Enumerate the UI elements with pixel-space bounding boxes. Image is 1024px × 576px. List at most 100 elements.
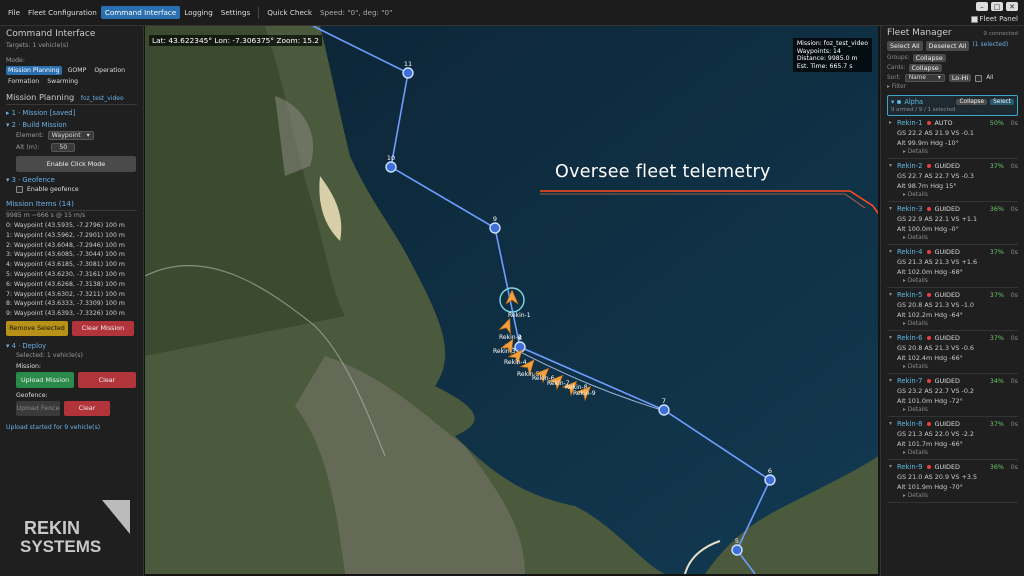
expand-icon[interactable]: ▾ [889,420,892,427]
sort-order-button[interactable]: Lo-Hi [948,74,972,82]
group-select-button[interactable]: Select [990,99,1014,105]
waypoint-marker[interactable] [514,341,526,353]
expand-icon[interactable]: ▾ [889,377,892,384]
expand-icon[interactable]: ▾ [889,205,892,212]
mission-item[interactable]: 7: Waypoint (43.6302, -7.3211) 100 m [6,290,137,300]
vehicle-card[interactable]: ▾ Rekin-3 GUIDED 36% 0s GS 22.9 AS 22.1 VS +1… [887,202,1018,245]
minimize-icon[interactable]: – [976,2,988,11]
group-collapse-button[interactable]: Collapse [956,99,988,105]
deselect-all-button[interactable]: Deselect All [925,41,970,51]
details-toggle[interactable]: ▸ Details [897,321,1018,327]
mission-item[interactable]: 1: Waypoint (43.5962, -7.2901) 100 m [6,231,137,241]
details-toggle[interactable]: ▸ Details [897,407,1018,413]
mode-gomp[interactable]: GOMP [66,66,89,75]
expand-icon[interactable]: ▾ [889,248,892,255]
menu-file[interactable]: File [4,6,24,19]
filter-toggle[interactable]: ▸ Filter [887,84,1018,90]
mode-formation[interactable]: Formation [6,77,41,86]
vehicle-map-label: Rekin-4 [504,359,527,366]
step-deploy[interactable]: ▾ 4 · Deploy [6,342,137,350]
altitude-telemetry: Alt 102.2m Hdg -64° [897,311,963,319]
vehicle-card[interactable]: ▾ Rekin-8 GUIDED 37% 0s GS 21.3 AS 22.0 VS -2… [887,417,1018,460]
chevron-down-icon: ▾ [86,132,90,139]
details-toggle[interactable]: ▸ Details [897,450,1018,456]
vehicle-card[interactable]: ▾ Rekin-6 GUIDED 37% 0s GS 20.8 AS 21.3 VS -0… [887,331,1018,374]
mission-items-list[interactable]: 0: Waypoint (43.5935, -7.2796) 100 m 1: W… [6,221,137,319]
menu-command-interface[interactable]: Command Interface [100,6,181,19]
map-view[interactable]: 11 10 9 8 7 6 5 Rekin-1 Rekin-2 Rekin-3 Rekin-4 Re… [145,26,878,574]
details-toggle[interactable]: ▸ Details [897,278,1018,284]
cards-collapse-button[interactable]: Collapse [908,64,942,72]
map-canvas[interactable]: 111098765 Rekin-1Rekin-2Rekin-3Rekin-4Re… [145,26,878,574]
details-toggle[interactable]: ▸ Details [897,192,1018,198]
status-dot-icon [926,293,931,297]
waypoint-marker[interactable] [764,474,776,486]
vehicle-map-label: Rekin-9 [573,390,596,397]
clear-mission-button[interactable]: Clear Mission [72,320,134,336]
mission-item[interactable]: 2: Waypoint (43.6048, -7.2946) 100 m [6,241,137,251]
mission-item[interactable]: 9: Waypoint (43.6393, -7.3326) 100 m [6,309,137,319]
groups-collapse-button[interactable]: Collapse [912,54,946,62]
expand-icon[interactable]: ▸ [889,119,892,126]
expand-icon[interactable]: ▾ [889,334,892,341]
quick-check-button[interactable]: Quick Check [263,6,316,19]
mission-item[interactable]: 0: Waypoint (43.5935, -7.2796) 100 m [6,221,137,231]
mission-item[interactable]: 4: Waypoint (43.6185, -7.3081) 100 m [6,260,137,270]
details-toggle[interactable]: ▸ Details [897,235,1018,241]
alt-input[interactable]: 50 [51,143,76,152]
remove-selected-button[interactable]: Remove Selected [6,320,68,336]
vehicle-card[interactable]: ▾ Rekin-9 GUIDED 36% 0s GS 21.0 AS 20.9 VS +3… [887,460,1018,503]
altitude: 101.0m [907,397,933,405]
expand-icon[interactable]: ▾ [889,463,892,470]
expand-icon[interactable]: ▾ [889,162,892,169]
step-mission[interactable]: ▸ 1 · Mission [saved] [6,109,137,117]
enable-click-mode-button[interactable]: Enable Click Mode [16,156,136,172]
group-expand-icon[interactable]: ▾ [891,98,894,106]
mode-operation[interactable]: Operation [92,66,127,75]
fleet-panel-checkbox[interactable] [970,15,978,23]
vehicle-card[interactable]: ▾ Rekin-7 GUIDED 34% 0s GS 23.2 AS 22.7 VS -0… [887,374,1018,417]
mode-swarming[interactable]: Swarming [45,77,80,86]
maximize-icon[interactable]: □ [991,2,1003,11]
expand-icon[interactable]: ▾ [889,291,892,298]
details-toggle[interactable]: ▸ Details [897,149,1018,155]
waypoint-marker[interactable] [402,67,414,79]
step-build-mission[interactable]: ▾ 2 · Build Mission [6,121,137,129]
geofence-checkbox[interactable] [16,186,23,193]
vehicle-card[interactable]: ▾ Rekin-5 GUIDED 37% 0s GS 20.8 AS 21.3 VS -1… [887,288,1018,331]
altitude-telemetry: Alt 101.0m Hdg -72° [897,397,963,405]
select-all-button[interactable]: Select All [887,41,923,51]
waypoint-marker[interactable] [731,544,743,556]
mission-item[interactable]: 8: Waypoint (43.6333, -7.3309) 100 m [6,299,137,309]
menu-fleet-configuration[interactable]: Fleet Configuration [24,6,101,19]
battery-percent: 50% [989,119,1004,127]
step-geofence[interactable]: ▾ 3 · Geofence [6,176,137,184]
mission-item[interactable]: 5: Waypoint (43.6230, -7.3161) 100 m [6,270,137,280]
element-select[interactable]: Waypoint ▾ [47,131,94,140]
vehicle-card[interactable]: ▾ Rekin-2 GUIDED 37% 0s GS 22.7 AS 22.7 VS -0… [887,159,1018,202]
clear-mission-upload-button[interactable]: Clear [78,371,136,388]
clear-fence-button[interactable]: Clear [64,400,110,416]
upload-fence-button[interactable]: Upload Fence [16,400,60,416]
sort-select[interactable]: Name ▾ [904,74,945,82]
mission-item[interactable]: 3: Waypoint (43.6085, -7.3044) 100 m [6,250,137,260]
vehicle-map-label: Rekin-1 [508,312,531,319]
all-checkbox[interactable] [975,74,983,82]
fleet-panel-toggle[interactable]: Fleet Panel [970,15,1018,23]
upload-mission-button[interactable]: Upload Mission [16,371,74,388]
waypoint-marker[interactable] [489,222,501,234]
menu-settings[interactable]: Settings [217,6,254,19]
close-icon[interactable]: ✕ [1006,2,1018,11]
vehicle-card[interactable]: ▾ Rekin-4 GUIDED 37% 0s GS 21.3 AS 21.3 VS +1… [887,245,1018,288]
details-toggle[interactable]: ▸ Details [897,364,1018,370]
menu-logging[interactable]: Logging [180,6,217,19]
group-alpha[interactable]: ▾ Alpha Collapse Select 9 armed / 9 / 1 … [887,95,1018,116]
vertical-speed: -1.0 [961,301,974,309]
mode-mission-planning[interactable]: Mission Planning [6,66,62,75]
waypoint-marker[interactable] [658,404,670,416]
vehicle-card[interactable]: ▸ Rekin-1 AUTO 50% 0s GS 22.2 AS 21.9 VS -0.1… [887,116,1018,159]
waypoint-marker[interactable] [385,161,397,173]
mission-item[interactable]: 6: Waypoint (43.6268, -7.3138) 100 m [6,280,137,290]
details-toggle[interactable]: ▸ Details [897,493,1018,499]
step-mission-status: [saved] [49,109,76,117]
